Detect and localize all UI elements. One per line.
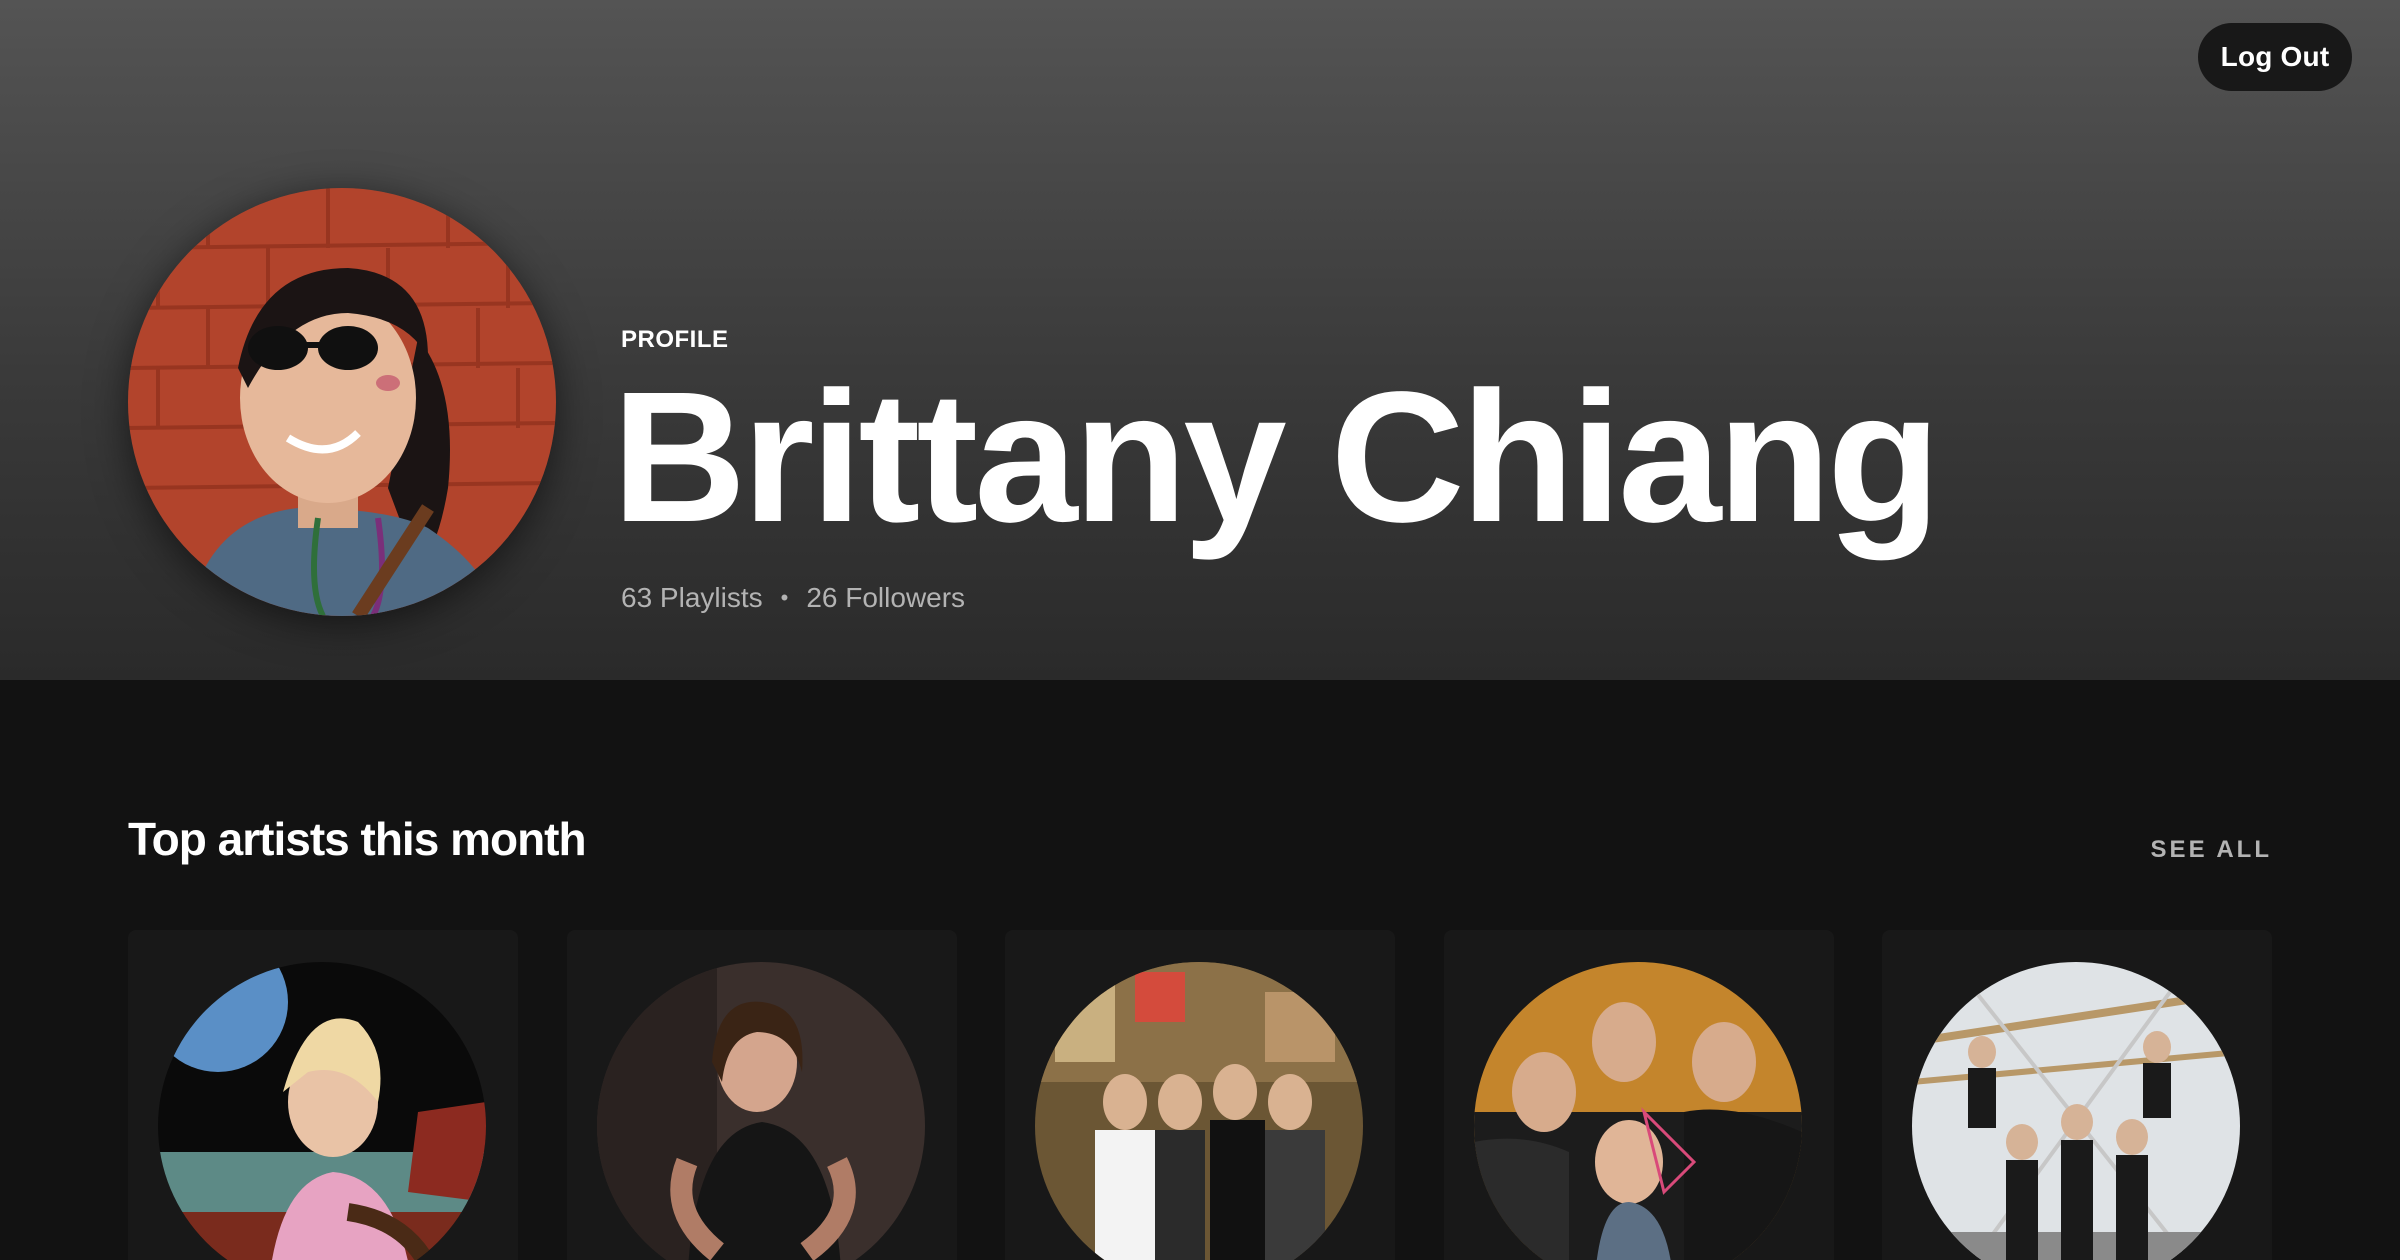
see-all-link[interactable]: SEE ALL [2151,836,2272,864]
playlists-count: 63 Playlists [621,582,763,613]
profile-name: Brittany Chiang [612,354,1941,561]
profile-header: Log Out PROFILE Brittany Chiang 63 Playl… [0,0,2400,680]
artist-image [1912,962,2240,1260]
profile-stats: 63 Playlists • 26 Followers [621,582,965,614]
artist-card[interactable] [128,930,518,1260]
logout-button[interactable]: Log Out [2198,23,2352,91]
artist-image [1473,962,1802,1260]
artist-card[interactable] [1882,930,2272,1260]
artist-image [1035,962,1363,1260]
profile-page: Log Out PROFILE Brittany Chiang 63 Playl… [0,0,2400,1260]
profile-kicker: PROFILE [621,326,729,353]
artist-image [158,962,486,1260]
artist-cards [128,930,2272,1260]
section-title: Top artists this month [128,813,587,865]
artist-image [596,962,925,1260]
artist-card[interactable] [566,930,957,1260]
artist-card[interactable] [1443,930,1834,1260]
artist-card[interactable] [1005,930,1395,1260]
profile-avatar [128,188,556,616]
followers-count: 26 Followers [806,582,966,613]
separator-dot: • [780,585,789,610]
